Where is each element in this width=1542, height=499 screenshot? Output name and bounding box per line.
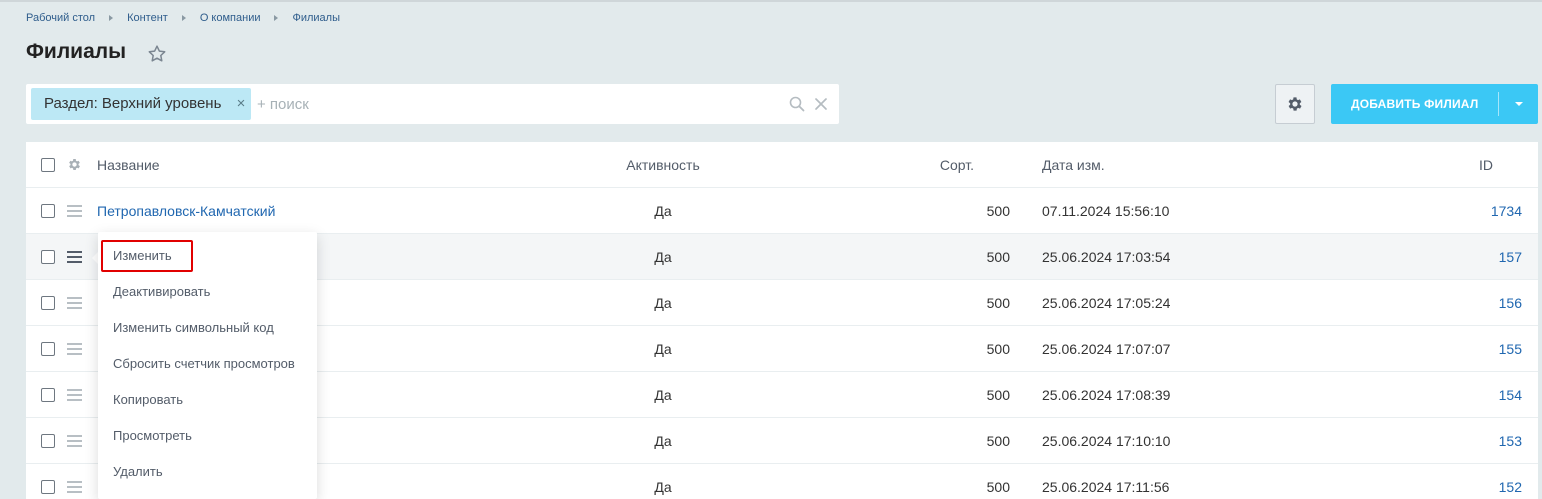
row-context-menu: Изменить Деактивировать Изменить символь… <box>98 232 317 499</box>
filter-search-box[interactable]: Раздел: Верхний уровень × <box>26 84 839 124</box>
breadcrumb-separator-icon <box>181 15 186 21</box>
row-sort: 500 <box>986 203 1010 219</box>
menu-item-deactivate[interactable]: Деактивировать <box>113 274 210 310</box>
chevron-down-icon <box>1514 102 1523 106</box>
column-header-date[interactable]: Дата изм. <box>1042 142 1105 188</box>
row-active: Да <box>654 479 672 495</box>
filter-tag-label: Раздел: Верхний уровень <box>44 95 222 112</box>
row-menu-icon[interactable] <box>67 435 82 447</box>
row-sort: 500 <box>986 341 1010 357</box>
breadcrumb-separator-icon <box>109 15 114 21</box>
breadcrumb-content[interactable]: Контент <box>127 12 168 24</box>
row-date: 25.06.2024 17:10:10 <box>1042 433 1171 449</box>
menu-item-delete[interactable]: Удалить <box>113 454 163 490</box>
breadcrumb-desktop[interactable]: Рабочий стол <box>26 12 95 24</box>
row-menu-icon[interactable] <box>67 481 82 493</box>
row-checkbox[interactable] <box>41 250 55 264</box>
row-menu-icon[interactable] <box>67 205 82 217</box>
table-row[interactable]: Петропавловск-Камчатский Да 500 07.11.20… <box>26 188 1538 234</box>
column-header-active[interactable]: Активность <box>608 142 718 188</box>
settings-button[interactable] <box>1275 84 1315 124</box>
column-settings-gear-icon[interactable] <box>67 157 82 172</box>
table-header: Название Активность Сорт. Дата изм. ID <box>26 142 1538 188</box>
row-sort: 500 <box>986 249 1010 265</box>
row-active: Да <box>654 295 672 311</box>
clear-icon[interactable] <box>812 95 830 113</box>
top-divider <box>0 0 1542 2</box>
row-checkbox[interactable] <box>41 388 55 402</box>
search-icon[interactable] <box>788 95 806 113</box>
row-id[interactable]: 155 <box>1426 326 1522 372</box>
add-branch-button[interactable]: ДОБАВИТЬ ФИЛИАЛ <box>1331 84 1538 124</box>
breadcrumb-branches[interactable]: Филиалы <box>292 12 340 24</box>
breadcrumb-about[interactable]: О компании <box>200 12 261 24</box>
row-checkbox[interactable] <box>41 434 55 448</box>
menu-item-copy[interactable]: Копировать <box>113 382 183 418</box>
star-icon[interactable] <box>147 44 167 64</box>
select-all-checkbox[interactable] <box>41 158 55 172</box>
filter-tag[interactable]: Раздел: Верхний уровень × <box>31 88 252 120</box>
breadcrumb-separator-icon <box>274 15 279 21</box>
gear-icon <box>1288 97 1302 111</box>
column-header-name[interactable]: Название <box>97 142 160 188</box>
row-checkbox[interactable] <box>41 296 55 310</box>
row-active: Да <box>654 433 672 449</box>
row-checkbox[interactable] <box>41 204 55 218</box>
row-active: Да <box>654 249 672 265</box>
row-checkbox[interactable] <box>41 480 55 494</box>
row-sort: 500 <box>986 295 1010 311</box>
row-active: Да <box>654 341 672 357</box>
column-header-id[interactable]: ID <box>1466 142 1506 188</box>
menu-item-reset-views[interactable]: Сбросить счетчик просмотров <box>113 346 295 382</box>
row-date: 25.06.2024 17:11:56 <box>1042 479 1170 495</box>
row-checkbox[interactable] <box>41 342 55 356</box>
row-name-link[interactable]: Петропавловск-Камчатский <box>97 188 275 234</box>
search-input[interactable] <box>257 94 777 114</box>
row-menu-icon[interactable] <box>67 297 82 309</box>
row-id[interactable]: 1734 <box>1426 188 1522 234</box>
row-date: 25.06.2024 17:08:39 <box>1042 387 1171 403</box>
page-title: Филиалы <box>26 40 127 63</box>
row-sort: 500 <box>986 387 1010 403</box>
row-id[interactable]: 156 <box>1426 280 1522 326</box>
row-id[interactable]: 152 <box>1426 464 1522 499</box>
row-sort: 500 <box>986 433 1010 449</box>
row-active: Да <box>654 203 672 219</box>
row-menu-icon[interactable] <box>67 389 82 401</box>
breadcrumb: Рабочий стол Контент О компании Филиалы <box>26 12 340 24</box>
row-id[interactable]: 154 <box>1426 372 1522 418</box>
row-date: 07.11.2024 15:56:10 <box>1042 203 1170 219</box>
row-id[interactable]: 157 <box>1426 234 1522 280</box>
row-sort: 500 <box>986 479 1010 495</box>
row-active: Да <box>654 387 672 403</box>
menu-item-view[interactable]: Просмотреть <box>113 418 192 454</box>
row-id[interactable]: 153 <box>1426 418 1522 464</box>
row-date: 25.06.2024 17:05:24 <box>1042 295 1171 311</box>
row-menu-icon[interactable] <box>67 343 82 355</box>
row-date: 25.06.2024 17:07:07 <box>1042 341 1171 357</box>
column-header-sort[interactable]: Сорт. <box>916 142 974 188</box>
add-branch-label: ДОБАВИТЬ ФИЛИАЛ <box>1351 97 1479 111</box>
row-menu-icon[interactable] <box>67 251 82 263</box>
filter-tag-close-icon[interactable]: × <box>237 88 246 120</box>
add-dropdown-button[interactable] <box>1499 84 1538 124</box>
row-date: 25.06.2024 17:03:54 <box>1042 249 1171 265</box>
menu-item-edit-code[interactable]: Изменить символьный код <box>113 310 274 346</box>
menu-item-edit[interactable]: Изменить <box>113 238 172 274</box>
